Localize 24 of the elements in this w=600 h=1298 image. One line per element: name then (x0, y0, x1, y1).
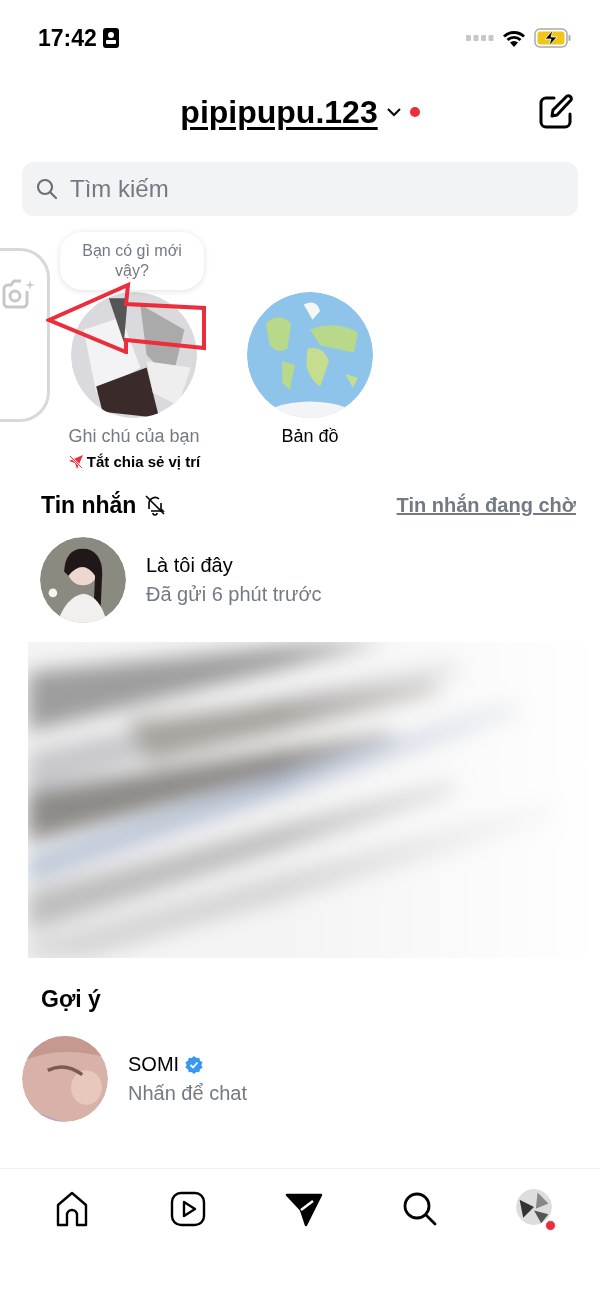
note-bubble[interactable]: Bạn có gì mới vậy? (60, 232, 204, 290)
note-label: Ghi chú của bạn (68, 426, 200, 447)
thread-name[interactable]: Là tôi đây (146, 554, 322, 577)
battery-charging-icon (534, 28, 572, 48)
section-title: Gợi ý (41, 986, 101, 1012)
bell-muted-icon[interactable] (144, 494, 167, 516)
message-requests-link[interactable]: Tin nhắn đang chờ (396, 493, 576, 517)
section-title: Tin nhắn (41, 491, 137, 519)
note-label: Bản đồ (281, 426, 339, 447)
account-name[interactable]: SOMI (128, 1053, 180, 1076)
search-icon (36, 178, 58, 200)
location-off-icon (67, 453, 84, 470)
wifi-icon (502, 29, 526, 47)
search-field[interactable]: Tìm kiếm (22, 162, 578, 216)
compose-icon[interactable] (538, 94, 574, 130)
signal-icon (466, 35, 494, 41)
camera-icon (1, 279, 35, 309)
account-hint: Nhấn để chat (128, 1082, 247, 1105)
thread-status: Đã gửi 6 phút trước (146, 583, 322, 606)
chevron-down-icon[interactable] (385, 107, 402, 117)
id-card-icon (102, 28, 119, 48)
location-sharing-status: Tắt chia sẻ vị trí (86, 453, 201, 470)
account-switcher[interactable]: pipipupu.123 (180, 93, 378, 131)
clock-time: 17:42 (38, 24, 97, 52)
